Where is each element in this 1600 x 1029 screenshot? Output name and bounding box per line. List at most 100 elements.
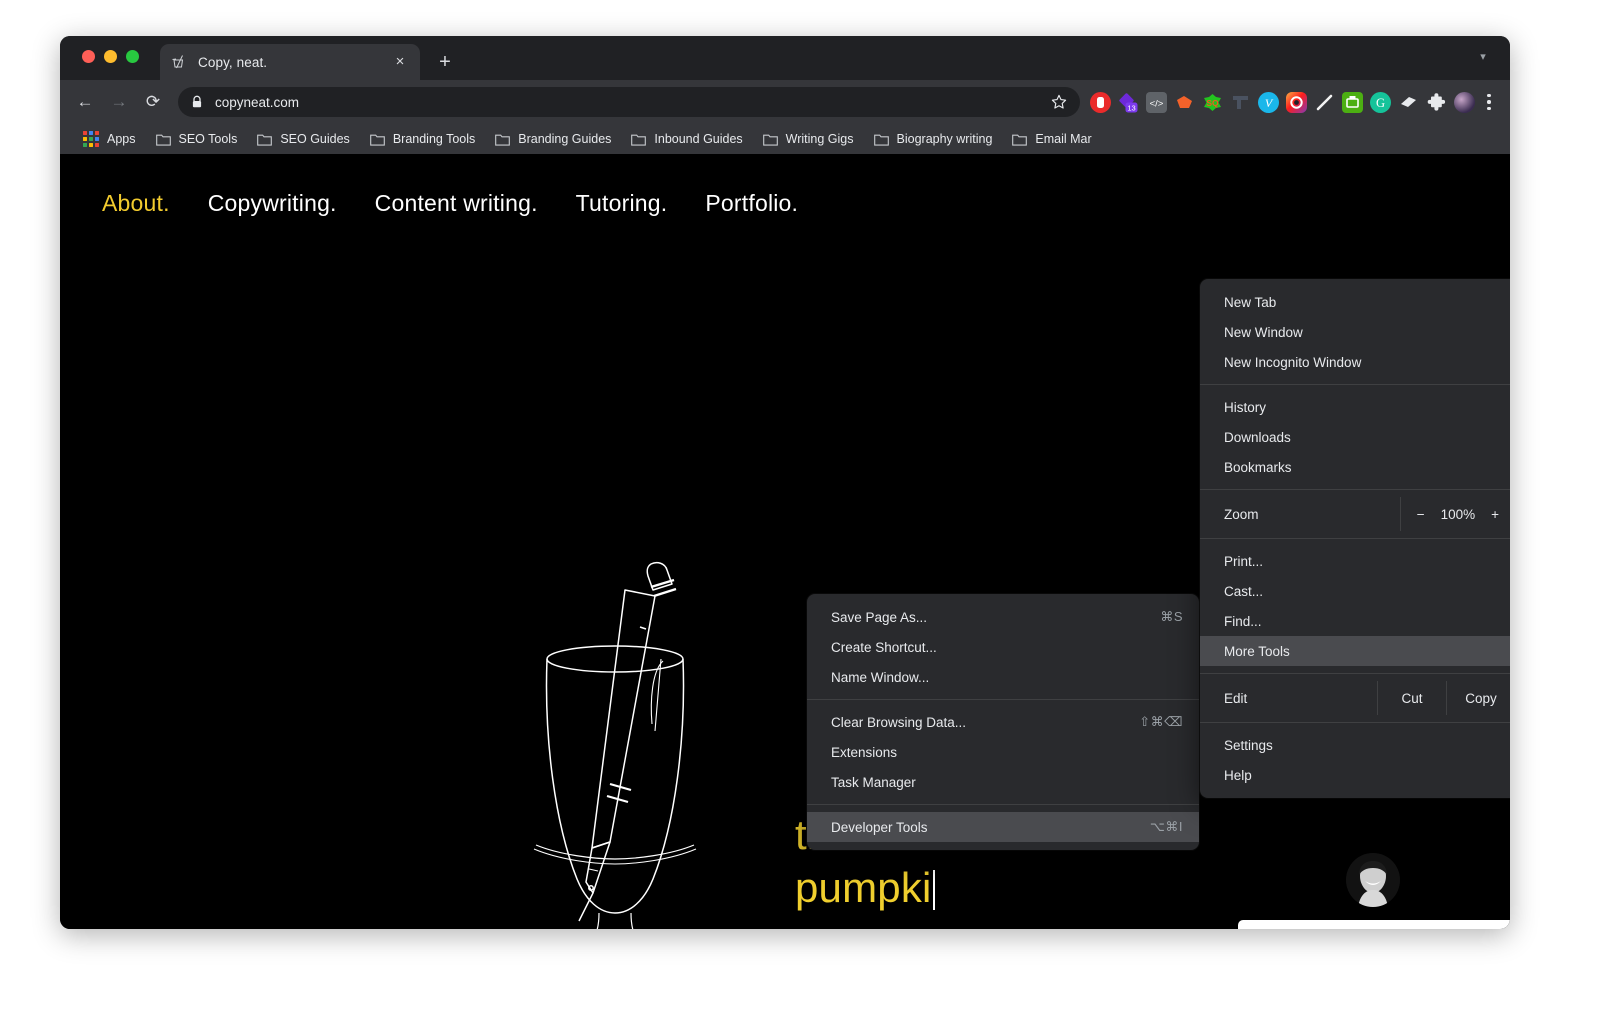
- menu-item-clear-browsing-data[interactable]: Clear Browsing Data... ⇧⌘⌫: [807, 707, 1199, 737]
- nav-link-content-writing[interactable]: Content writing.: [375, 190, 538, 217]
- menu-separator: [807, 699, 1199, 700]
- menu-separator: [1200, 673, 1510, 674]
- menu-item-label: Find...: [1224, 613, 1262, 629]
- bookmark-seo-guides[interactable]: SEO Guides: [248, 129, 358, 149]
- bookmark-writing-gigs[interactable]: Writing Gigs: [754, 129, 863, 149]
- bookmark-branding-guides[interactable]: Branding Guides: [486, 129, 620, 149]
- zoom-controls: − 100% +: [1401, 497, 1510, 531]
- bookmark-email-marketing[interactable]: Email Mar: [1003, 129, 1100, 149]
- close-window-button[interactable]: [82, 50, 95, 63]
- stop-hand-extension[interactable]: [1090, 91, 1111, 113]
- menu-item-create-shortcut[interactable]: Create Shortcut...: [807, 632, 1199, 662]
- tab-strip: Copy, neat. × + ▾: [60, 36, 1510, 80]
- menu-separator: [1200, 384, 1510, 385]
- evernote-extension[interactable]: [1398, 92, 1419, 113]
- green-printer-extension[interactable]: [1342, 91, 1363, 113]
- reload-button[interactable]: ⟳: [138, 87, 168, 117]
- bookmark-inbound-guides[interactable]: Inbound Guides: [622, 129, 751, 149]
- menu-item-label: Developer Tools: [831, 819, 928, 835]
- chrome-main-menu: New Tab ⌘T New Window ⌘N New Incognito W…: [1200, 279, 1510, 798]
- browser-tab[interactable]: Copy, neat. ×: [160, 44, 420, 80]
- menu-item-shortcut: ⌥⌘I: [1149, 819, 1183, 834]
- profile-avatar[interactable]: [1454, 91, 1475, 113]
- folder-icon: [495, 133, 511, 146]
- bookmark-label: Inbound Guides: [654, 132, 743, 146]
- menu-item-help[interactable]: Help ▶: [1200, 760, 1510, 790]
- menu-item-history[interactable]: History ▶: [1200, 392, 1510, 422]
- orange-fox-extension[interactable]: [1174, 92, 1195, 113]
- folder-icon: [155, 133, 171, 146]
- menu-item-label: Print...: [1224, 553, 1264, 569]
- menu-separator: [807, 804, 1199, 805]
- bookmark-apps[interactable]: Apps: [74, 128, 145, 150]
- menu-item-cast[interactable]: Cast...: [1200, 576, 1510, 606]
- menu-item-extensions[interactable]: Extensions: [807, 737, 1199, 767]
- folder-icon: [1012, 133, 1028, 146]
- grammarly-extension[interactable]: G: [1370, 91, 1391, 113]
- instagram-extension[interactable]: [1286, 91, 1307, 113]
- menu-item-save-page-as[interactable]: Save Page As... ⌘S: [807, 602, 1199, 632]
- text-caret: [932, 869, 936, 910]
- bookmark-label: Biography writing: [896, 132, 993, 146]
- menu-item-new-incognito-window[interactable]: New Incognito Window ⇧⌘N: [1200, 347, 1510, 377]
- menu-item-label: New Window: [1224, 324, 1303, 340]
- window-traffic-lights: [82, 50, 139, 63]
- menu-item-label: New Incognito Window: [1224, 354, 1362, 370]
- three-dot-menu-icon[interactable]: [1478, 89, 1500, 115]
- chevron-down-icon[interactable]: ▾: [1474, 48, 1492, 66]
- menu-item-bookmarks[interactable]: Bookmarks ▶: [1200, 452, 1510, 482]
- menu-item-label: Downloads: [1224, 429, 1291, 445]
- bookmark-biography-writing[interactable]: Biography writing: [865, 129, 1002, 149]
- bookmark-star-icon[interactable]: [1050, 93, 1068, 111]
- browser-window: Copy, neat. × + ▾ ← → ⟳ copyneat.com 13 …: [60, 36, 1510, 929]
- bookmarks-bar: Apps SEO Tools SEO Guides Branding Tools…: [60, 124, 1510, 154]
- nav-link-copywriting[interactable]: Copywriting.: [208, 190, 337, 217]
- nav-link-portfolio[interactable]: Portfolio.: [705, 190, 798, 217]
- pen-in-whisky-glass-illustration: [500, 549, 730, 929]
- bookmark-label: SEO Guides: [280, 132, 350, 146]
- menu-item-name-window[interactable]: Name Window...: [807, 662, 1199, 692]
- site-navigation: About. Copywriting. Content writing. Tut…: [102, 190, 798, 217]
- bookmark-branding-tools[interactable]: Branding Tools: [361, 129, 484, 149]
- chat-greeting-bubble: × Hi stranger! I'm Pat. I run this one-m…: [1238, 920, 1510, 929]
- bookmark-label: Branding Tools: [392, 132, 476, 146]
- zoom-out-button[interactable]: −: [1417, 507, 1425, 522]
- back-button[interactable]: ←: [70, 87, 100, 117]
- address-bar[interactable]: copyneat.com: [178, 87, 1080, 117]
- menu-item-task-manager[interactable]: Task Manager: [807, 767, 1199, 797]
- pencil-extension[interactable]: [1314, 92, 1335, 113]
- menu-item-find[interactable]: Find... ⌘F: [1200, 606, 1510, 636]
- vimeo-extension[interactable]: V: [1258, 91, 1279, 113]
- menu-item-new-window[interactable]: New Window ⌘N: [1200, 317, 1510, 347]
- nav-link-tutoring[interactable]: Tutoring.: [576, 190, 668, 217]
- copy-button[interactable]: Copy: [1447, 681, 1510, 715]
- folder-icon: [873, 133, 889, 146]
- nav-link-about[interactable]: About.: [102, 190, 170, 217]
- edit-row: Edit Cut Copy Paste: [1200, 681, 1510, 715]
- zoom-in-button[interactable]: +: [1491, 507, 1499, 522]
- cut-button[interactable]: Cut: [1378, 681, 1446, 715]
- code-brackets-extension[interactable]: </>: [1146, 91, 1167, 113]
- menu-item-new-tab[interactable]: New Tab ⌘T: [1200, 287, 1510, 317]
- close-icon[interactable]: ×: [390, 52, 410, 72]
- bookmark-seo-tools[interactable]: SEO Tools: [147, 129, 247, 149]
- purple-diamond-extension[interactable]: 13: [1118, 92, 1139, 113]
- menu-item-print[interactable]: Print... ⌘P: [1200, 546, 1510, 576]
- menu-item-downloads[interactable]: Downloads ⌥⌘L: [1200, 422, 1510, 452]
- minimize-window-button[interactable]: [104, 50, 117, 63]
- menu-item-settings[interactable]: Settings ⌘,: [1200, 730, 1510, 760]
- folder-icon: [762, 133, 778, 146]
- lock-icon: [190, 95, 204, 109]
- menu-item-label: Save Page As...: [831, 609, 928, 625]
- forward-button[interactable]: →: [104, 87, 134, 117]
- menu-item-developer-tools[interactable]: Developer Tools ⌥⌘I: [807, 812, 1199, 842]
- puzzle-extensions-icon[interactable]: [1426, 92, 1447, 113]
- seoquake-extension[interactable]: SQ: [1202, 92, 1223, 113]
- menu-item-more-tools[interactable]: More Tools ▶: [1200, 636, 1510, 666]
- maximize-window-button[interactable]: [126, 50, 139, 63]
- menu-item-label: History: [1224, 399, 1267, 415]
- new-tab-button[interactable]: +: [432, 50, 458, 76]
- url-text: copyneat.com: [215, 94, 300, 110]
- menu-item-shortcut: ⌘S: [1160, 609, 1183, 624]
- asana-extension[interactable]: [1230, 92, 1251, 113]
